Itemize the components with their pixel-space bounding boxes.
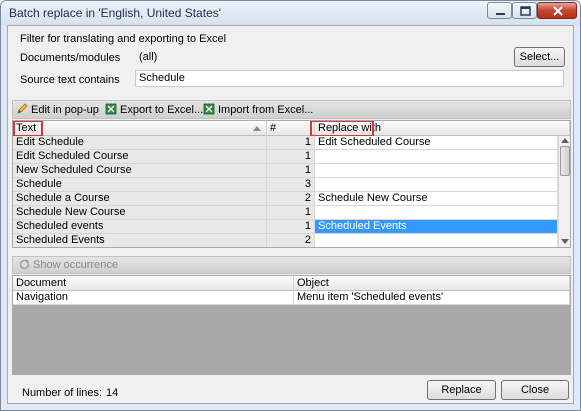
column-header-document[interactable]: Document xyxy=(13,276,294,291)
replace-with-cell[interactable] xyxy=(315,234,558,247)
text-cell: New Scheduled Course xyxy=(13,164,267,178)
replace-with-cell[interactable]: Edit Scheduled Course xyxy=(315,136,558,150)
window-title: Batch replace in 'English, United States… xyxy=(9,6,222,20)
table-row[interactable]: Schedule 3 xyxy=(13,178,558,192)
show-occurrence-label: Show occurrence xyxy=(33,259,118,271)
excel-import-icon xyxy=(203,103,215,115)
refresh-icon xyxy=(19,259,30,270)
column-header-object[interactable]: Object xyxy=(294,276,570,291)
sort-ascending-icon xyxy=(253,126,261,131)
column-header-count[interactable]: # xyxy=(267,121,315,136)
pencil-icon xyxy=(17,103,28,114)
text-cell: Scheduled events xyxy=(13,220,267,234)
documents-value: (all) xyxy=(135,49,505,66)
table-row[interactable]: Edit Schedule 1 Edit Scheduled Course xyxy=(13,136,558,150)
text-cell: Edit Scheduled Course xyxy=(13,150,267,164)
count-cell: 1 xyxy=(267,136,315,150)
replace-with-cell[interactable] xyxy=(315,206,558,220)
maximize-icon xyxy=(520,6,531,16)
column-header-document-label: Document xyxy=(16,277,67,289)
column-header-text[interactable]: Text xyxy=(13,121,267,136)
occurrence-row[interactable]: Navigation Menu item 'Scheduled events' xyxy=(13,291,570,305)
documents-label: Documents/modules xyxy=(20,52,121,64)
replace-header-highlight xyxy=(310,121,374,137)
select-button[interactable]: Select... xyxy=(514,47,565,67)
count-cell: 3 xyxy=(267,178,315,192)
maximize-button[interactable] xyxy=(512,2,537,19)
close-window-button[interactable] xyxy=(537,2,577,19)
number-of-lines-value: 14 xyxy=(106,387,119,399)
source-text-label: Source text contains xyxy=(20,74,120,86)
scrollbar-thumb[interactable] xyxy=(560,146,570,176)
grid-header: Text # Replace with xyxy=(13,121,570,137)
occurrence-toolbar: Show occurrence xyxy=(12,256,571,274)
count-cell: 1 xyxy=(267,206,315,220)
text-cell: Edit Schedule xyxy=(13,136,267,150)
occurrence-grid: Document Object Navigation Menu item 'Sc… xyxy=(12,275,571,375)
export-excel-button[interactable]: Export to Excel... xyxy=(105,103,203,118)
source-text-input[interactable]: Schedule xyxy=(135,70,564,87)
close-button[interactable]: Close xyxy=(501,380,569,400)
column-header-count-label: # xyxy=(270,122,277,134)
count-cell: 2 xyxy=(267,192,315,206)
count-cell: 1 xyxy=(267,164,315,178)
import-excel-button[interactable]: Import from Excel... xyxy=(203,103,313,118)
batch-replace-window: Batch replace in 'English, United States… xyxy=(0,0,581,411)
grid-vertical-scrollbar[interactable] xyxy=(558,136,570,247)
minimize-icon xyxy=(496,13,505,15)
table-row[interactable]: Scheduled Events 2 xyxy=(13,234,558,247)
count-cell: 1 xyxy=(267,150,315,164)
table-row[interactable]: Edit Scheduled Course 1 xyxy=(13,150,558,164)
text-header-highlight xyxy=(13,121,43,137)
table-row[interactable]: Schedule a Course 2 Schedule New Course xyxy=(13,192,558,206)
replace-grid: Text # Replace with Edit Schedule 1 Edit S… xyxy=(12,120,571,248)
column-header-object-label: Object xyxy=(297,277,329,289)
text-cell: Schedule New Course xyxy=(13,206,267,220)
count-cell: 1 xyxy=(267,220,315,234)
number-of-lines-label: Number of lines: xyxy=(22,387,103,399)
replace-with-cell[interactable] xyxy=(315,164,558,178)
export-excel-label: Export to Excel... xyxy=(120,104,204,116)
show-occurrence-button[interactable]: Show occurrence xyxy=(19,259,118,272)
table-row[interactable]: New Scheduled Course 1 xyxy=(13,164,558,178)
minimize-button[interactable] xyxy=(487,2,512,19)
count-cell: 2 xyxy=(267,234,315,247)
table-row[interactable]: Scheduled events 1 Scheduled Events xyxy=(13,220,558,234)
scroll-up-icon[interactable] xyxy=(561,138,569,143)
filter-group-label: Filter for translating and exporting to … xyxy=(20,33,227,45)
text-cell: Schedule a Course xyxy=(13,192,267,206)
import-excel-label: Import from Excel... xyxy=(218,104,314,116)
close-icon xyxy=(553,6,563,16)
grid-toolbar: Edit in pop-up Export to Excel... Import… xyxy=(12,100,571,119)
scroll-down-icon[interactable] xyxy=(561,239,569,244)
occurrence-grid-header: Document Object xyxy=(13,276,570,291)
occurrence-document-cell: Navigation xyxy=(13,291,294,305)
replace-with-cell[interactable] xyxy=(315,150,558,164)
replace-with-cell[interactable]: Schedule New Course xyxy=(315,192,558,206)
occurrence-object-cell: Menu item 'Scheduled events' xyxy=(294,291,570,305)
edit-in-popup-label: Edit in pop-up xyxy=(31,104,99,116)
table-row[interactable]: Schedule New Course 1 xyxy=(13,206,558,220)
replace-with-cell[interactable]: Scheduled Events xyxy=(315,220,558,234)
excel-export-icon xyxy=(105,103,117,115)
replace-button[interactable]: Replace xyxy=(427,380,496,400)
dialog-client-area: Filter for translating and exporting to … xyxy=(7,25,574,404)
text-cell: Scheduled Events xyxy=(13,234,267,247)
replace-with-cell[interactable] xyxy=(315,178,558,192)
edit-in-popup-button[interactable]: Edit in pop-up xyxy=(16,103,99,118)
text-cell: Schedule xyxy=(13,178,267,192)
title-bar[interactable]: Batch replace in 'English, United States… xyxy=(1,1,580,25)
